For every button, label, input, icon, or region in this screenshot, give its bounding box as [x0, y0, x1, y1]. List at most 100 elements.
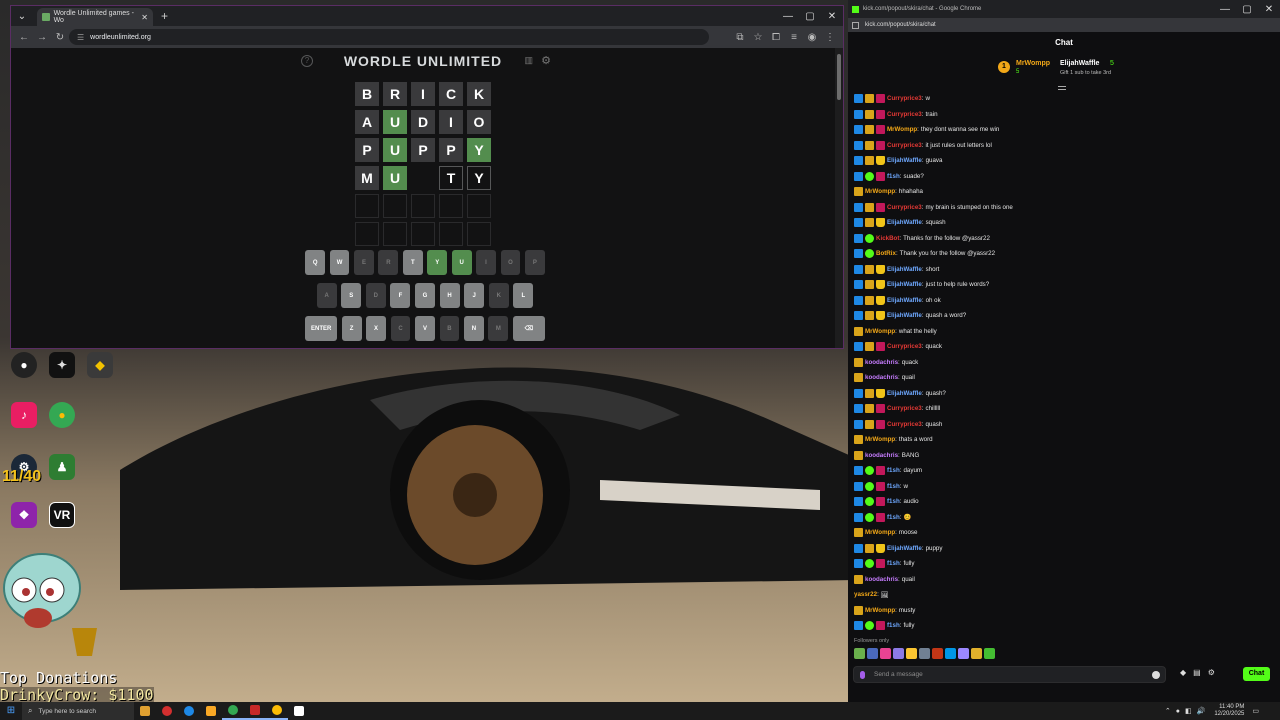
key-r[interactable]: R	[378, 250, 399, 275]
chrome-taskbar-icon[interactable]	[222, 702, 244, 720]
help-icon[interactable]: ?	[301, 55, 313, 67]
profile-icon[interactable]: ◉	[803, 32, 821, 43]
reload-icon[interactable]: ↻	[51, 32, 69, 43]
chat-username[interactable]: ElijahWaffle	[887, 545, 922, 552]
maximize-icon[interactable]: ▢	[799, 11, 821, 22]
volume-icon[interactable]: 🔊	[1197, 707, 1206, 715]
chat-send-button[interactable]: Chat	[1243, 667, 1270, 681]
key-u[interactable]: U	[451, 250, 472, 275]
streamlabs-icon[interactable]	[244, 702, 266, 720]
key-e[interactable]: E	[354, 250, 374, 275]
chat-username[interactable]: BotRix	[876, 250, 896, 257]
taskbar-search[interactable]: ⌕ Type here to search	[22, 702, 134, 720]
chat-username[interactable]: f1sh	[887, 483, 900, 490]
network-icon[interactable]: ◧	[1185, 707, 1192, 715]
app-icon[interactable]: ✦	[42, 352, 82, 380]
key-d[interactable]: D	[365, 283, 386, 308]
key-w[interactable]: W	[329, 250, 350, 275]
gift-leader-name[interactable]: MrWompp	[1016, 60, 1050, 67]
key-v[interactable]: V	[415, 316, 435, 341]
key-b[interactable]: B	[439, 316, 460, 341]
chat-username[interactable]: MrWompp	[865, 188, 895, 195]
start-windows-icon[interactable]: ⊞	[0, 702, 22, 720]
site-info-icon[interactable]	[852, 21, 859, 29]
key-s[interactable]: S	[341, 283, 362, 308]
emote-icon[interactable]	[880, 648, 891, 659]
key-o[interactable]: O	[500, 250, 521, 275]
tiktok-studio-icon[interactable]: ♪	[4, 402, 44, 430]
close-window-icon[interactable]: ✕	[821, 11, 843, 22]
chat-username[interactable]: Curryprice3	[887, 111, 922, 118]
key-f[interactable]: F	[390, 283, 411, 308]
chrome-icon[interactable]: ●	[42, 402, 82, 430]
chat-username[interactable]: MrWompp	[887, 126, 917, 133]
key-enter[interactable]: ENTER	[305, 316, 338, 341]
gift-second-name[interactable]: ElijahWaffle	[1060, 60, 1099, 67]
key-g[interactable]: G	[415, 283, 435, 308]
settings-gear-icon[interactable]: ⚙	[541, 54, 551, 67]
emote-icon[interactable]	[867, 648, 878, 659]
key-i[interactable]: I	[476, 250, 496, 275]
comfyui-icon[interactable]: ♟	[42, 454, 82, 482]
extensions-icon[interactable]: ⧠	[767, 32, 785, 43]
key-n[interactable]: N	[464, 316, 484, 341]
key-a[interactable]: A	[316, 283, 337, 308]
emote-icon[interactable]	[854, 648, 865, 659]
key-l[interactable]: L	[513, 283, 534, 308]
kick-tools-icon[interactable]: ◆	[1180, 668, 1186, 677]
file-explorer-icon[interactable]	[200, 702, 222, 720]
chat-message-input[interactable]: Send a message	[853, 666, 1166, 683]
pinned-collapse-icon[interactable]	[1058, 86, 1066, 90]
mic-tray-icon[interactable]: ●	[1176, 708, 1180, 715]
chat-username[interactable]: koodachris	[865, 576, 898, 583]
chat-username[interactable]: MrWompp	[865, 436, 895, 443]
tray-overflow-icon[interactable]: ⌃	[1165, 707, 1171, 715]
key-x[interactable]: X	[366, 316, 386, 341]
key-j[interactable]: J	[464, 283, 485, 308]
chat-close-icon[interactable]: ✕	[1258, 4, 1280, 15]
vr-icon[interactable]: VR	[42, 502, 82, 530]
edge-icon[interactable]	[178, 702, 200, 720]
chat-username[interactable]: koodachris	[865, 359, 898, 366]
emote-icon[interactable]	[984, 648, 995, 659]
game-icon[interactable]: ◆	[80, 352, 120, 380]
chat-username[interactable]: koodachris	[865, 374, 898, 381]
menu-dots-icon[interactable]: ⋮	[821, 32, 839, 43]
chat-username[interactable]: ElijahWaffle	[887, 312, 922, 319]
install-icon[interactable]: ⧉	[731, 32, 749, 43]
app-taskbar-icon[interactable]	[288, 702, 310, 720]
minimize-icon[interactable]: —	[777, 11, 799, 22]
chat-username[interactable]: ElijahWaffle	[887, 219, 922, 226]
site-info-icon[interactable]: ☰	[77, 33, 84, 42]
notification-icon[interactable]: ▭	[1252, 707, 1259, 715]
chat-username[interactable]: f1sh	[887, 514, 900, 521]
chat-username[interactable]: f1sh	[887, 467, 900, 474]
emote-icon[interactable]	[893, 648, 904, 659]
clock[interactable]: 11:40 PM 12/20/2025	[1214, 704, 1244, 718]
chat-username[interactable]: Curryprice3	[887, 421, 922, 428]
chat-settings-icon[interactable]: ⚙	[1208, 668, 1215, 677]
key-y[interactable]: Y	[427, 250, 448, 275]
bookmark-star-icon[interactable]: ☆	[749, 32, 767, 43]
forward-icon[interactable]: →	[33, 32, 51, 43]
emote-icon[interactable]	[945, 648, 956, 659]
chat-username[interactable]: ElijahWaffle	[887, 281, 922, 288]
opera-icon[interactable]	[156, 702, 178, 720]
back-icon[interactable]: ←	[15, 32, 33, 43]
chat-username[interactable]: Curryprice3	[887, 204, 922, 211]
chrome-taskbar-icon-2[interactable]	[266, 702, 288, 720]
chat-username[interactable]: Curryprice3	[887, 405, 922, 412]
key-k[interactable]: K	[488, 283, 509, 308]
chat-username[interactable]: f1sh	[887, 498, 900, 505]
chat-username[interactable]: yassr22	[854, 591, 877, 598]
clipboard-icon[interactable]: ▤	[1193, 668, 1201, 677]
emote-icon[interactable]	[958, 648, 969, 659]
chat-username[interactable]: Curryprice3	[887, 343, 922, 350]
key-c[interactable]: C	[390, 316, 411, 341]
chat-url-bar[interactable]: kick.com/popout/skira/chat	[848, 18, 1280, 32]
chat-username[interactable]: MrWompp	[865, 529, 895, 536]
chat-username[interactable]: KickBot	[876, 235, 899, 242]
chat-username[interactable]: ElijahWaffle	[887, 390, 922, 397]
chat-username[interactable]: f1sh	[887, 560, 900, 567]
emote-icon[interactable]	[919, 648, 930, 659]
